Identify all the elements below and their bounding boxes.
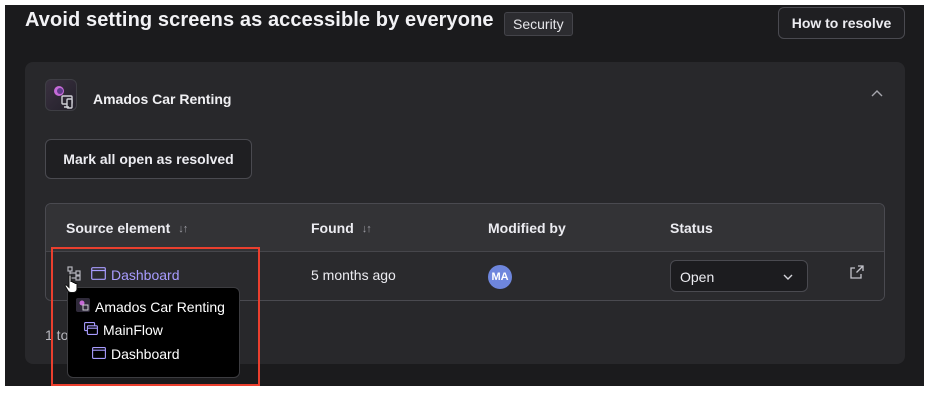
how-to-resolve-button[interactable]: How to resolve — [778, 7, 905, 39]
found-date: 5 months ago — [311, 267, 396, 283]
chevron-up-icon[interactable] — [867, 84, 887, 104]
app-name: Amados Car Renting — [93, 91, 232, 107]
flow-icon — [84, 322, 98, 338]
mark-all-resolved-button[interactable]: Mark all open as resolved — [45, 139, 252, 179]
screen-icon — [91, 267, 106, 283]
source-element-link[interactable]: Dashboard — [111, 267, 180, 283]
app-icon — [76, 298, 90, 315]
status-select[interactable]: Open — [670, 260, 808, 292]
external-link-icon[interactable] — [849, 264, 865, 280]
column-status: Status — [670, 220, 713, 236]
sort-icon[interactable]: ↓↑ — [362, 223, 372, 235]
popover-item-flow[interactable]: MainFlow — [84, 322, 163, 338]
page-title: Avoid setting screens as accessible by e… — [25, 9, 494, 31]
column-source-element[interactable]: Source element ↓↑ — [66, 220, 188, 236]
sort-icon[interactable]: ↓↑ — [178, 223, 188, 235]
popover-item-screen[interactable]: Dashboard — [92, 346, 180, 362]
hand-cursor-icon — [64, 274, 80, 299]
screen-icon — [92, 346, 106, 362]
table-header: Source element ↓↑ Found ↓↑ Modified by Sta… — [46, 204, 884, 252]
category-badge: Security — [504, 12, 573, 36]
status-value: Open — [680, 269, 715, 285]
chevron-down-icon — [781, 270, 795, 284]
pagination-text: 1 to — [45, 327, 69, 343]
app-icon — [45, 79, 77, 111]
popover-item-app[interactable]: Amados Car Renting — [76, 298, 225, 315]
issue-panel: Avoid setting screens as accessible by e… — [5, 5, 924, 386]
element-path-popover: Amados Car Renting MainFlow Dashboard — [67, 287, 240, 378]
column-modified-by: Modified by — [488, 220, 566, 236]
column-found[interactable]: Found ↓↑ — [311, 220, 372, 236]
avatar: MA — [488, 265, 512, 289]
